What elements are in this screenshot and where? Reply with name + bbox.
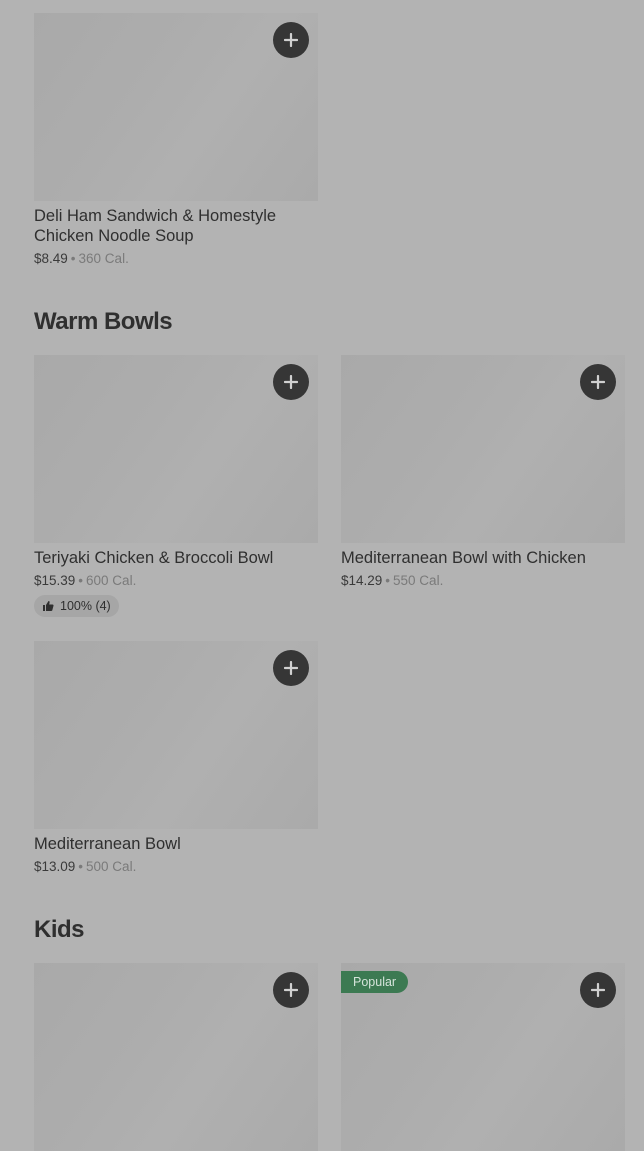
menu-item-card[interactable] bbox=[34, 963, 318, 1151]
add-item-button[interactable] bbox=[580, 364, 616, 400]
section-title-warm-bowls: Warm Bowls bbox=[34, 308, 173, 335]
menu-item-card[interactable]: Deli Ham Sandwich & Homestyle Chicken No… bbox=[34, 13, 318, 267]
menu-item-card[interactable]: Popular bbox=[341, 963, 625, 1151]
item-image[interactable] bbox=[341, 355, 625, 543]
item-price: $14.29 bbox=[341, 573, 383, 588]
item-calories: 600 Cal. bbox=[86, 573, 137, 588]
separator: • bbox=[78, 573, 84, 588]
menu-item-card[interactable]: Teriyaki Chicken & Broccoli Bowl $15.39 •… bbox=[34, 355, 318, 617]
item-calories: 360 Cal. bbox=[78, 251, 129, 266]
plus-icon bbox=[284, 661, 298, 675]
item-name[interactable]: Deli Ham Sandwich & Homestyle Chicken No… bbox=[34, 206, 318, 246]
plus-icon bbox=[284, 33, 298, 47]
separator: • bbox=[78, 859, 84, 874]
item-image[interactable]: Popular bbox=[341, 963, 625, 1151]
item-calories: 500 Cal. bbox=[86, 859, 137, 874]
item-name[interactable]: Mediterranean Bowl with Chicken bbox=[341, 548, 625, 568]
item-name[interactable]: Teriyaki Chicken & Broccoli Bowl bbox=[34, 548, 318, 568]
item-meta: $15.39 • 600 Cal. bbox=[34, 572, 318, 589]
menu-item-card[interactable]: Mediterranean Bowl with Chicken $14.29 • 5… bbox=[341, 355, 625, 589]
rating-badge: 100% (4) bbox=[34, 595, 119, 617]
menu-item-card[interactable]: Mediterranean Bowl $13.09 • 500 Cal. bbox=[34, 641, 318, 875]
item-calories: 550 Cal. bbox=[393, 573, 444, 588]
rating-text: 100% (4) bbox=[60, 599, 111, 613]
separator: • bbox=[385, 573, 391, 588]
separator: • bbox=[70, 251, 76, 266]
item-image[interactable] bbox=[34, 355, 318, 543]
item-image[interactable] bbox=[34, 13, 318, 201]
add-item-button[interactable] bbox=[273, 22, 309, 58]
plus-icon bbox=[591, 375, 605, 389]
item-price: $15.39 bbox=[34, 573, 76, 588]
thumbs-up-icon bbox=[43, 601, 54, 611]
popular-badge: Popular bbox=[341, 971, 409, 993]
item-name[interactable]: Mediterranean Bowl bbox=[34, 834, 318, 854]
item-image[interactable] bbox=[34, 963, 318, 1151]
plus-icon bbox=[284, 983, 298, 997]
item-meta: $13.09 • 500 Cal. bbox=[34, 858, 318, 875]
add-item-button[interactable] bbox=[273, 972, 309, 1008]
add-item-button[interactable] bbox=[273, 650, 309, 686]
add-item-button[interactable] bbox=[580, 972, 616, 1008]
plus-icon bbox=[591, 983, 605, 997]
item-price: $8.49 bbox=[34, 251, 68, 266]
item-price: $13.09 bbox=[34, 859, 76, 874]
section-title-kids: Kids bbox=[34, 916, 85, 943]
item-meta: $14.29 • 550 Cal. bbox=[341, 572, 625, 589]
plus-icon bbox=[284, 375, 298, 389]
item-meta: $8.49 • 360 Cal. bbox=[34, 250, 318, 267]
item-image[interactable] bbox=[34, 641, 318, 829]
add-item-button[interactable] bbox=[273, 364, 309, 400]
